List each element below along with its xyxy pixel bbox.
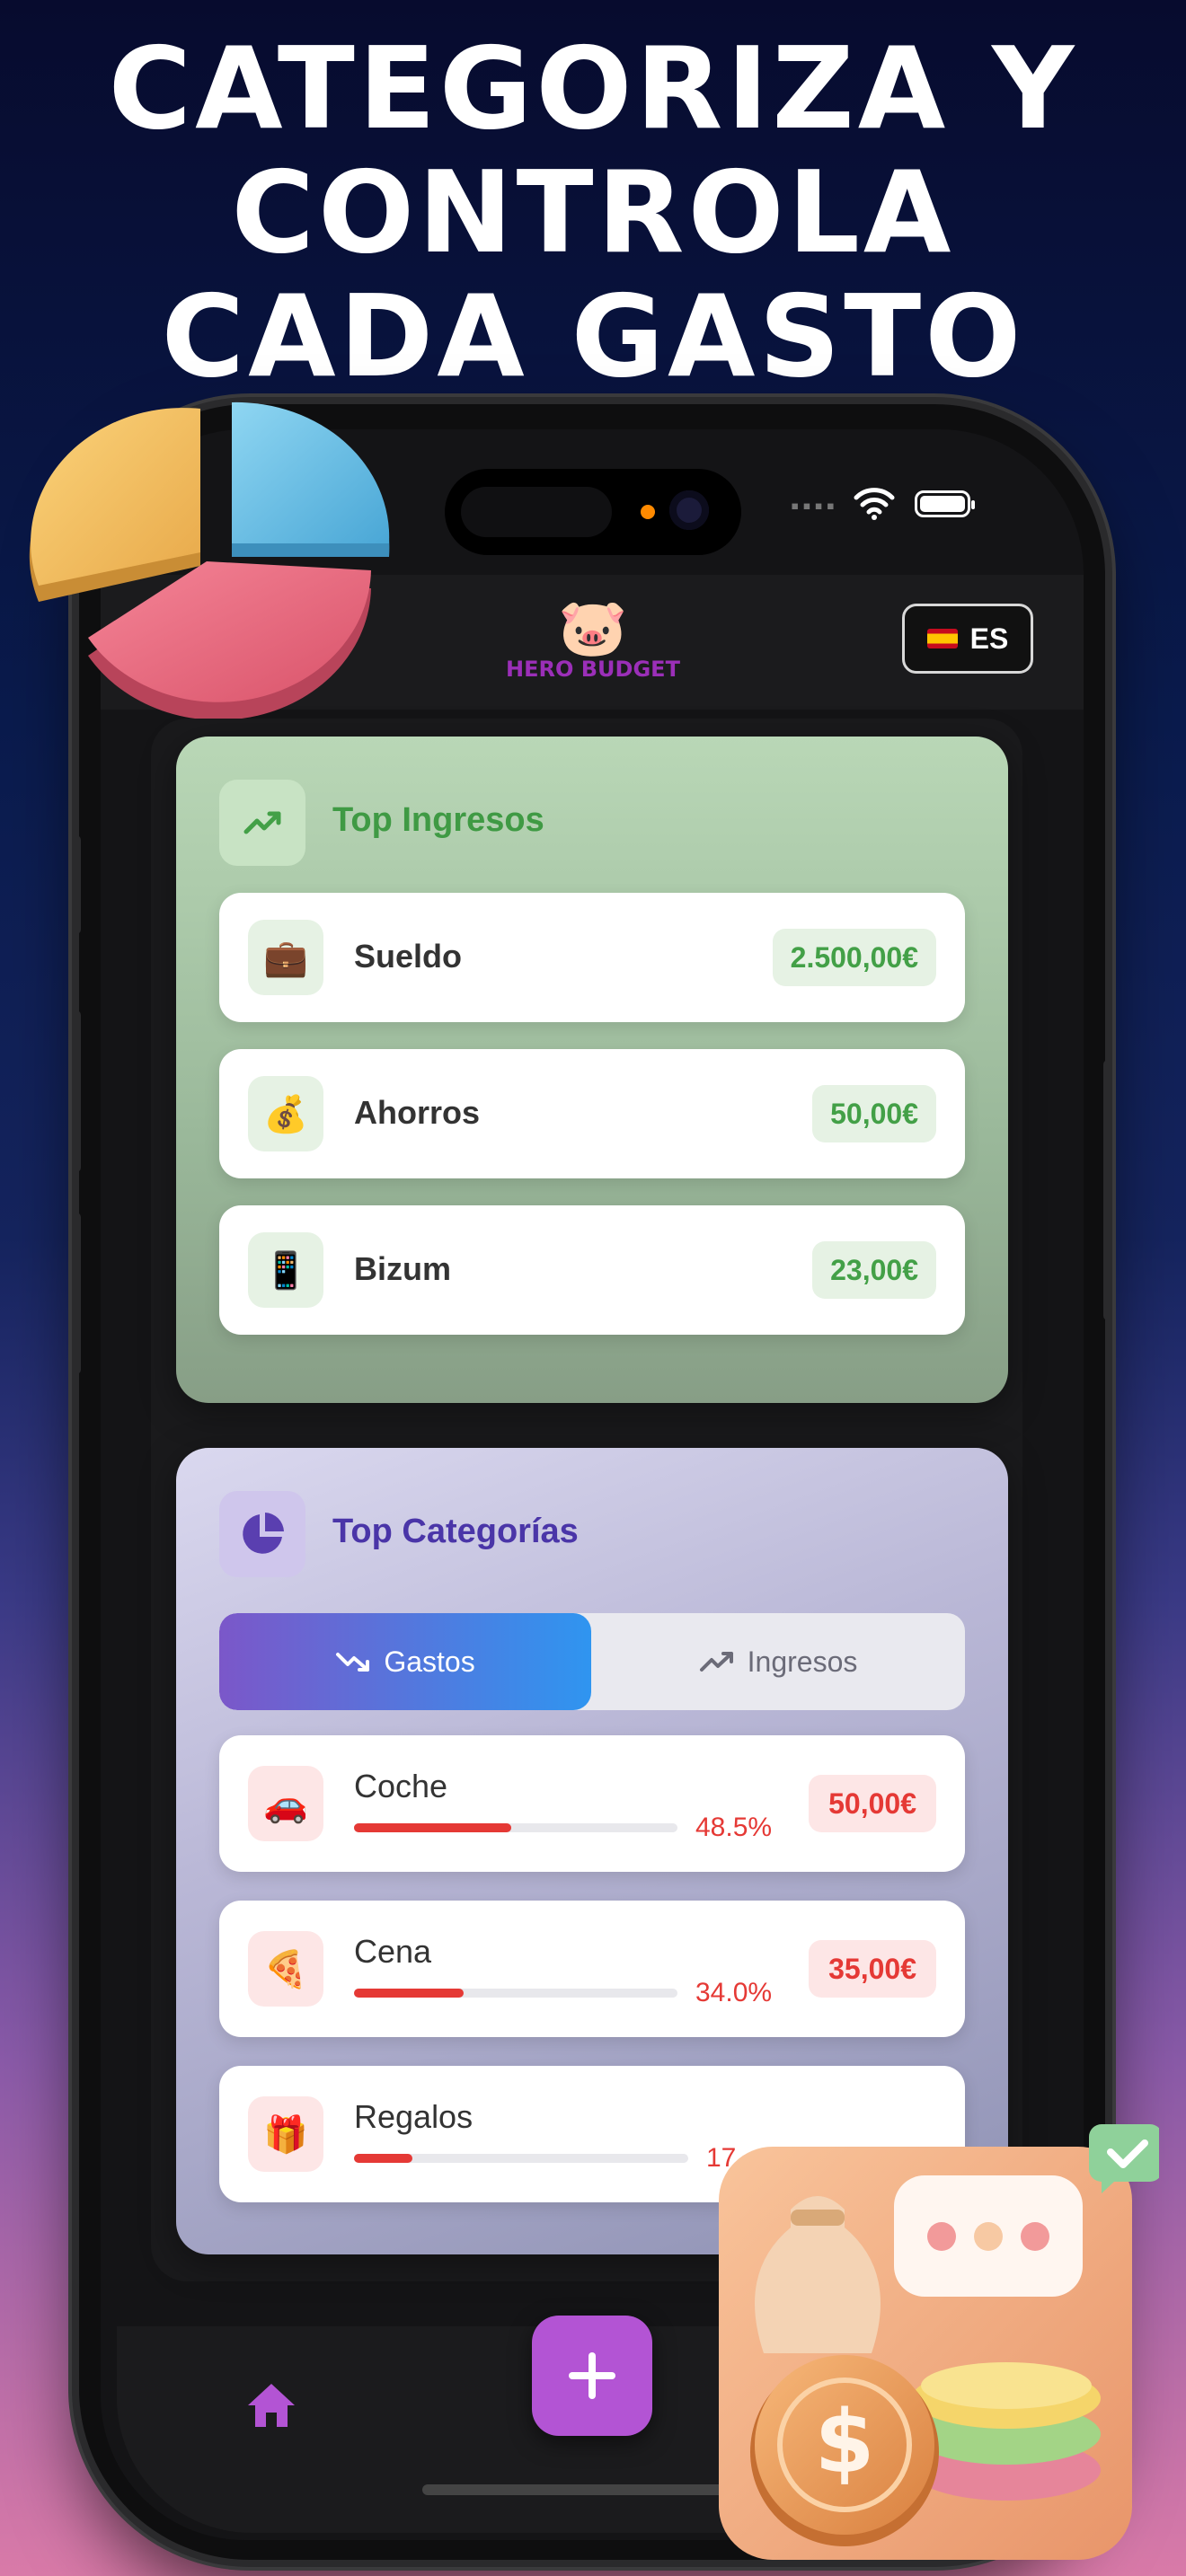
income-row[interactable]: 📱 Bizum 23,00€ [219, 1205, 965, 1335]
car-icon: 🚗 [248, 1766, 323, 1841]
plus-icon [569, 2352, 615, 2399]
phone-power-button [1103, 1060, 1112, 1320]
category-amount: 50,00€ [809, 1775, 936, 1832]
money-bag-icon: 💰 [248, 1076, 323, 1151]
category-progress-track [354, 2154, 688, 2163]
phone-action-button [72, 835, 81, 934]
home-icon[interactable] [244, 2380, 298, 2430]
language-selector[interactable]: ES [902, 604, 1033, 674]
headline-line-1: CATEGORIZA Y [108, 22, 1078, 154]
category-tabs: Gastos Ingresos [219, 1613, 965, 1710]
tab-ingresos-label: Ingresos [747, 1645, 858, 1678]
category-percent: 34.0% [695, 1978, 773, 2007]
pizza-icon: 🍕 [248, 1931, 323, 2007]
income-label: Sueldo [354, 938, 463, 975]
income-row[interactable]: 💰 Ahorros 50,00€ [219, 1049, 965, 1178]
money-illustration: $ [719, 2124, 1159, 2560]
spain-flag-icon [926, 629, 958, 648]
brand-name: HERO BUDGET [506, 657, 680, 682]
phone-volume-down [72, 1213, 81, 1374]
headline: CATEGORIZA Y CONTROLA CADA GASTO [0, 27, 1186, 399]
language-code: ES [969, 622, 1009, 655]
piggy-bank-icon: 🐷 [558, 597, 628, 659]
wifi-icon [854, 488, 895, 520]
category-percent: 48.5% [695, 1813, 773, 1842]
briefcase-icon: 💼 [248, 920, 323, 995]
category-row[interactable]: 🍕 Cena 34.0% 35,00€ [219, 1901, 965, 2037]
brand-logo[interactable]: 🐷 HERO BUDGET [490, 597, 696, 682]
dynamic-island [445, 469, 741, 555]
category-row[interactable]: 🚗 Coche 48.5% 50,00€ [219, 1735, 965, 1872]
gift-icon: 🎁 [248, 2096, 323, 2172]
category-progress-fill [354, 1989, 465, 1998]
tab-gastos-label: Gastos [384, 1645, 475, 1678]
top-categorias-title: Top Categorías [332, 1513, 579, 1550]
pie-chart-illustration [29, 401, 390, 719]
category-label: Regalos [354, 2098, 474, 2135]
add-transaction-button[interactable] [532, 2316, 652, 2436]
income-label: Bizum [354, 1250, 451, 1287]
tab-ingresos[interactable]: Ingresos [591, 1613, 965, 1710]
income-row[interactable]: 💼 Sueldo 2.500,00€ [219, 893, 965, 1022]
tab-gastos[interactable]: Gastos [219, 1613, 591, 1710]
trending-up-icon [699, 1652, 733, 1672]
category-progress-fill [354, 1823, 511, 1832]
trending-down-icon [336, 1653, 370, 1672]
top-ingresos-title: Top Ingresos [332, 801, 544, 839]
pie-chart-icon [219, 1491, 305, 1577]
mobile-phone-icon: 📱 [248, 1232, 323, 1308]
battery-icon [915, 490, 975, 517]
category-label: Cena [354, 1933, 432, 1970]
trending-up-icon [219, 780, 305, 866]
category-progress-track [354, 1823, 677, 1832]
category-progress-fill [354, 2154, 413, 2163]
category-label: Coche [354, 1768, 448, 1804]
headline-line-2: CONTROLA [231, 146, 955, 278]
income-amount: 2.500,00€ [772, 929, 936, 986]
headline-line-3: CADA GASTO [161, 270, 1025, 402]
income-amount: 50,00€ [812, 1085, 936, 1142]
income-label: Ahorros [354, 1094, 481, 1131]
phone-volume-up [72, 1010, 81, 1172]
income-amount: 23,00€ [812, 1241, 936, 1299]
svg-text:$: $ [815, 2392, 875, 2492]
category-amount: 35,00€ [809, 1940, 936, 1998]
category-progress-track [354, 1989, 677, 1998]
signal-icon: ▪▪▪▪ [791, 492, 838, 519]
